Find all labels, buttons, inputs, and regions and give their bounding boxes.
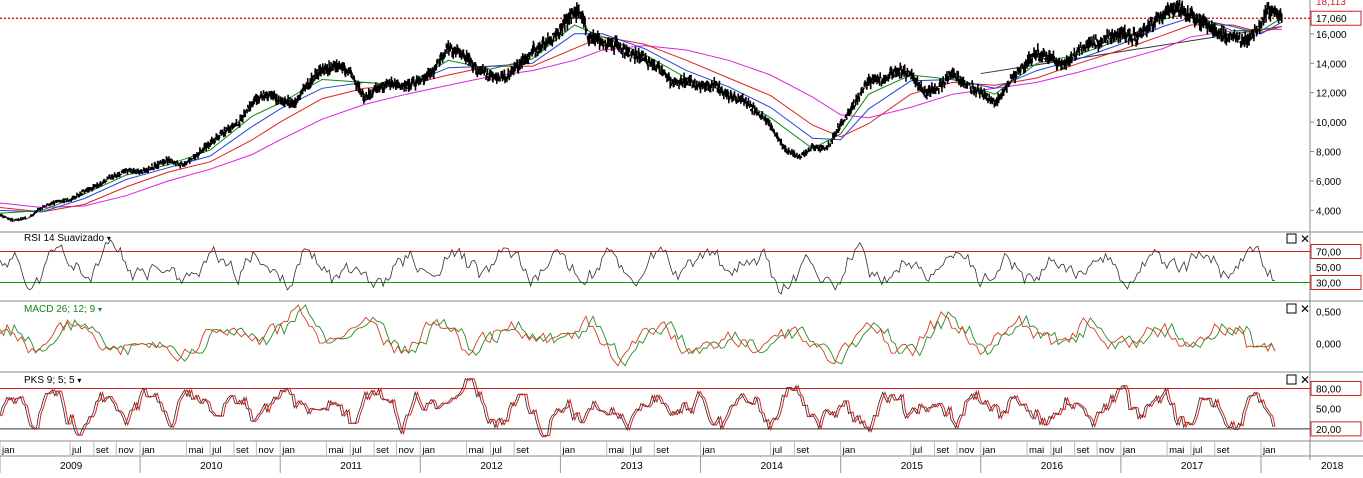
month-label: set <box>516 445 529 456</box>
month-label: jan <box>1 445 15 456</box>
month-label: set <box>1217 445 1230 456</box>
year-label: 2014 <box>761 461 784 472</box>
maximize-panel-icon <box>1286 303 1297 314</box>
rsi-lower-label: 30,00 <box>1316 279 1341 290</box>
close-panel-icon: ✕ <box>1300 373 1310 387</box>
price-tick-label: 8,000 <box>1316 148 1341 159</box>
month-label: nov <box>1099 445 1115 456</box>
close-panel-icon: ✕ <box>1300 232 1310 246</box>
month-label: jul <box>351 445 362 456</box>
price-tick-label: 12,000 <box>1316 89 1347 100</box>
month-label: set <box>796 445 809 456</box>
macd-zero-label: 0,000 <box>1316 339 1341 350</box>
month-label: jul <box>71 445 82 456</box>
month-label: jan <box>982 445 996 456</box>
month-label: jan <box>561 445 575 456</box>
month-label: mai <box>469 445 484 456</box>
month-label: nov <box>399 445 415 456</box>
month-label: mai <box>1029 445 1044 456</box>
month-label: nov <box>118 445 134 456</box>
year-label: 2009 <box>60 461 83 472</box>
month-label: jul <box>772 445 783 456</box>
rsi-title[interactable]: RSI 14 Suavizado ▾ <box>24 233 111 244</box>
macd-title[interactable]: MACD 26; 12; 9 ▾ <box>24 304 102 315</box>
month-label: mai <box>609 445 624 456</box>
price-tick-label: 14,000 <box>1316 59 1347 70</box>
year-label: 2018 <box>1321 461 1344 472</box>
price-tick-label: 6,000 <box>1316 177 1341 188</box>
year-label: 2013 <box>620 461 643 472</box>
year-label: 2016 <box>1041 461 1064 472</box>
year-label: 2010 <box>200 461 223 472</box>
price-top-partial-label: 18,113 <box>1316 0 1346 8</box>
year-label: 2012 <box>480 461 503 472</box>
month-label: nov <box>258 445 274 456</box>
month-label: set <box>96 445 109 456</box>
month-label: nov <box>959 445 975 456</box>
pks-lower-label: 20,00 <box>1316 425 1341 436</box>
month-label: set <box>656 445 669 456</box>
rsi-upper-label: 70,00 <box>1316 248 1341 259</box>
month-label: jan <box>421 445 435 456</box>
close-panel-icon: ✕ <box>1300 302 1310 316</box>
month-label: set <box>236 445 249 456</box>
month-label: jul <box>912 445 923 456</box>
month-label: set <box>376 445 389 456</box>
month-label: jul <box>631 445 642 456</box>
price-tick-label: 4,000 <box>1316 206 1341 217</box>
month-label: mai <box>1169 445 1184 456</box>
price-tick-label: 10,000 <box>1316 118 1347 129</box>
price-tick-label: 16,000 <box>1316 30 1347 41</box>
month-label: jul <box>491 445 502 456</box>
maximize-panel-icon <box>1286 233 1297 244</box>
pks-mid-label: 50,00 <box>1316 405 1341 416</box>
maximize-panel-icon <box>1286 374 1297 385</box>
year-label: 2011 <box>340 461 362 472</box>
pks-title[interactable]: PKS 9; 5; 5 ▾ <box>24 375 81 386</box>
month-label: jan <box>141 445 155 456</box>
month-label: jan <box>702 445 716 456</box>
month-label: mai <box>188 445 203 456</box>
rsi-mid-label: 50,00 <box>1316 263 1341 274</box>
year-label: 2015 <box>901 461 924 472</box>
month-label: jan <box>1262 445 1276 456</box>
chart-canvas: 4,000 6,000 8,000 10,000 12,000 14,000 16,000 1… <box>0 0 1363 473</box>
month-label: jan <box>281 445 295 456</box>
month-label: mai <box>328 445 343 456</box>
pks-upper-label: 80,00 <box>1316 384 1341 395</box>
month-label: jul <box>1192 445 1203 456</box>
year-label: 2017 <box>1181 461 1204 472</box>
month-label: set <box>937 445 950 456</box>
month-label: jul <box>1052 445 1063 456</box>
last-price-label: 17,060 <box>1316 14 1347 25</box>
month-label: set <box>1077 445 1090 456</box>
month-label: jan <box>842 445 856 456</box>
stock-chart-window: 4,000 6,000 8,000 10,000 12,000 14,000 16,000 1… <box>0 0 1363 473</box>
month-label: jul <box>211 445 222 456</box>
month-label: jan <box>1122 445 1136 456</box>
macd-top-label: 0,500 <box>1316 307 1341 318</box>
